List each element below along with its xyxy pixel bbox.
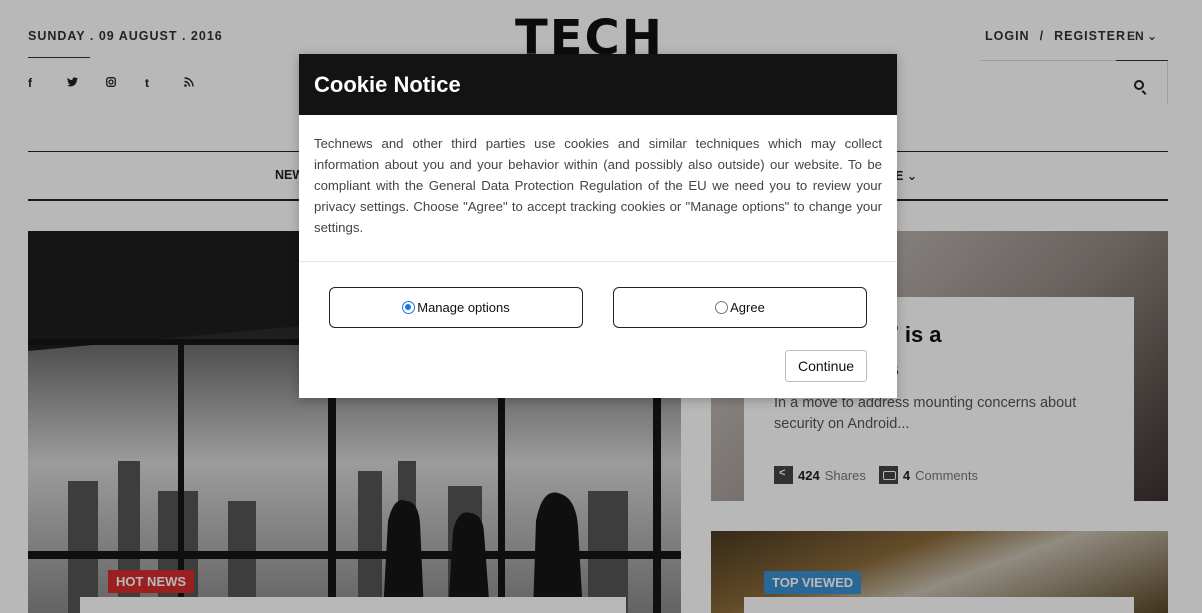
agree-label: Agree [730,300,765,315]
cookie-notice-dialog: Cookie Notice Technews and other third p… [299,54,897,398]
continue-button[interactable]: Continue [785,350,867,382]
cookie-notice-header: Cookie Notice [299,54,897,115]
manage-options-choice[interactable]: Manage options [329,287,583,328]
agree-radio[interactable] [715,301,729,314]
manage-options-label: Manage options [417,300,510,315]
manage-options-radio[interactable] [402,301,416,314]
cookie-notice-title: Cookie Notice [314,71,461,97]
cookie-notice-body: Technews and other third parties use coo… [299,115,897,262]
agree-choice[interactable]: Agree [613,287,867,328]
cookie-notice-text: Technews and other third parties use coo… [314,136,882,235]
